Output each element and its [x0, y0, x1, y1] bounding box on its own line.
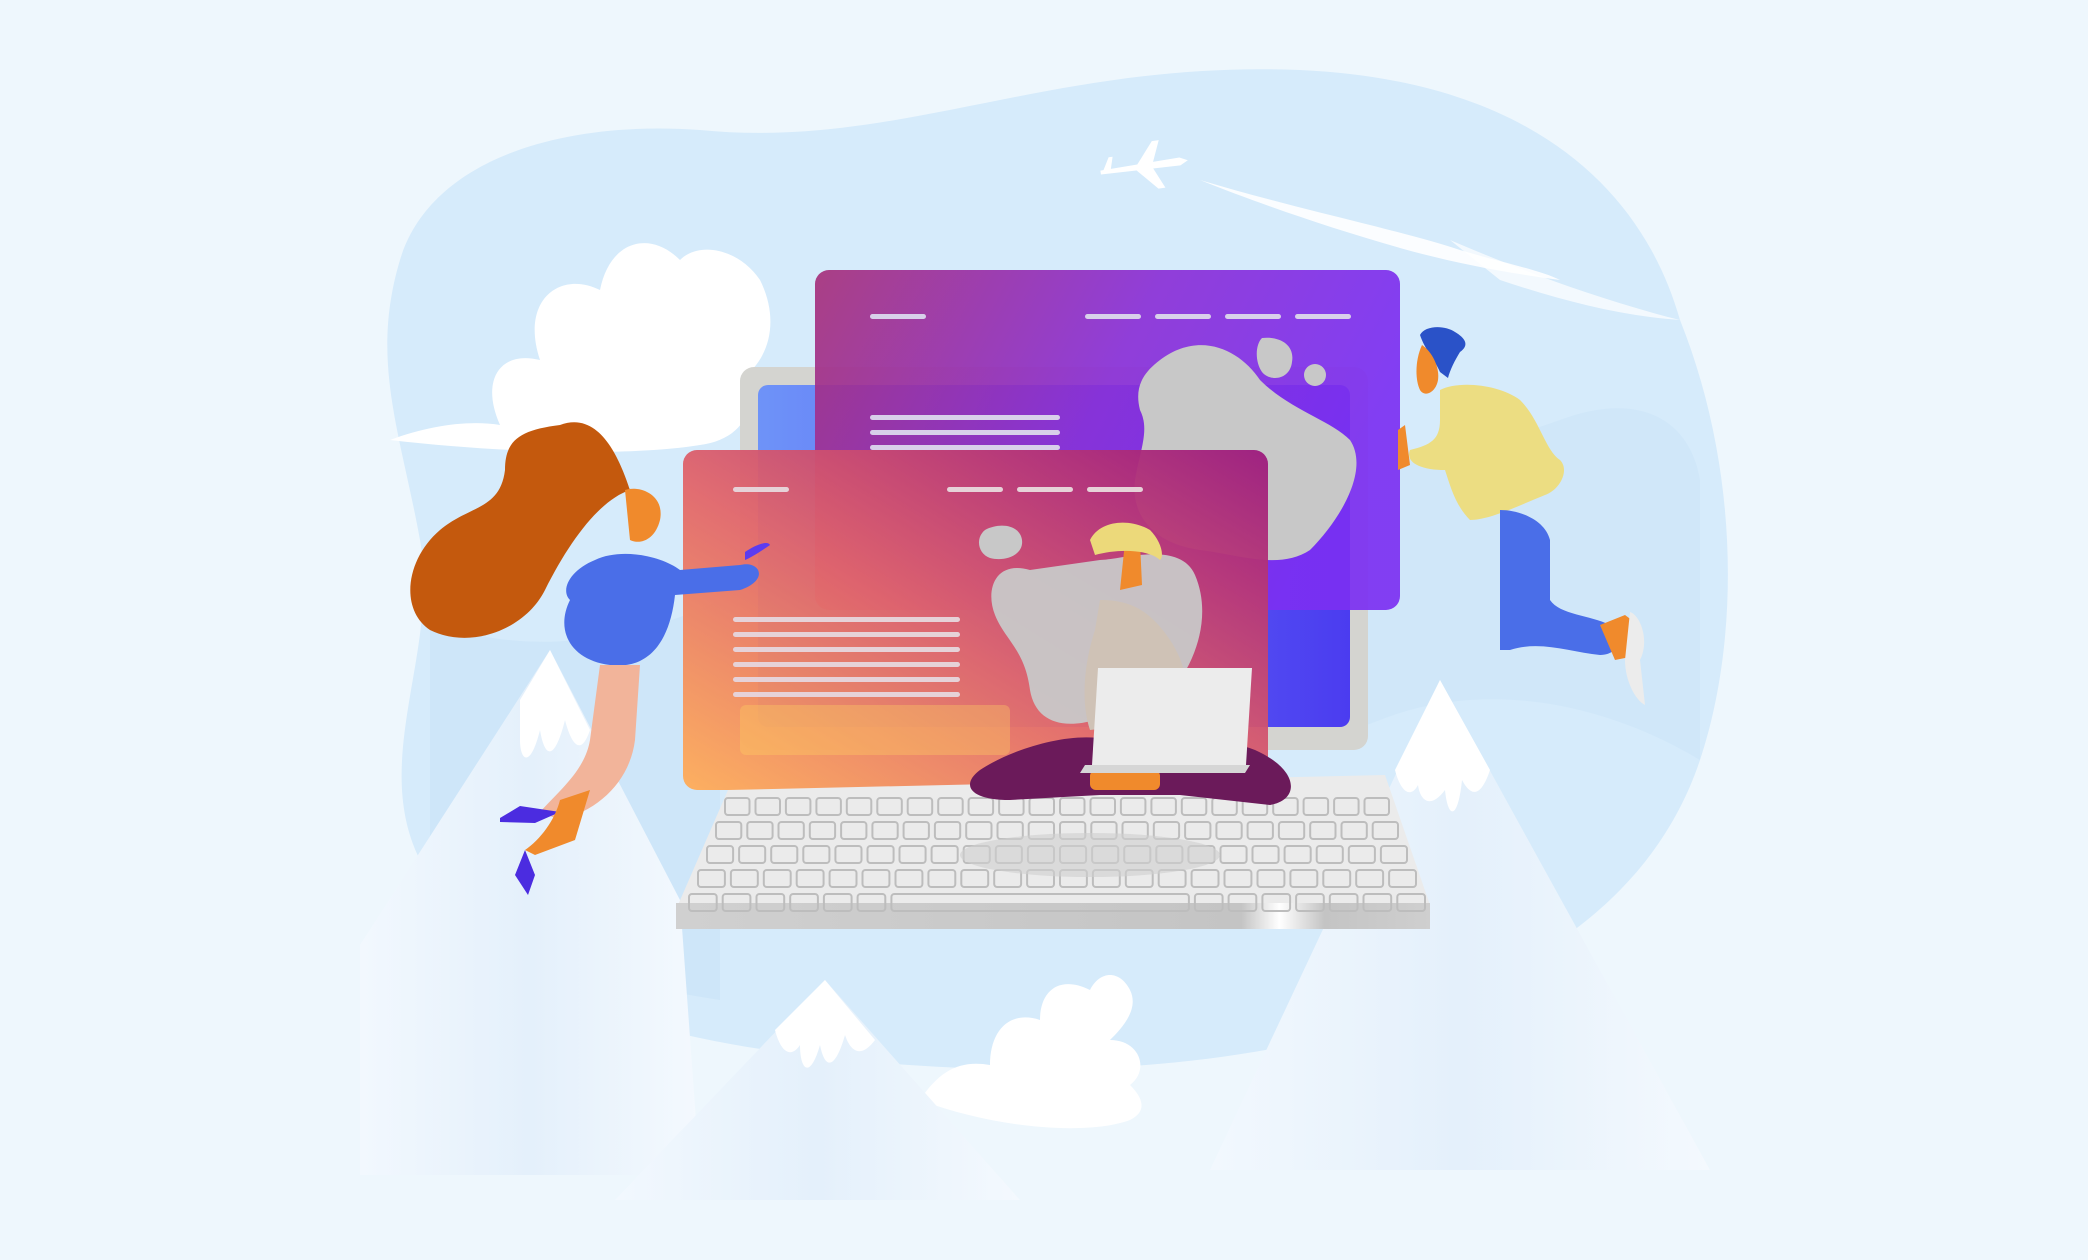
- keyboard-icon: [676, 775, 1430, 929]
- illustration-scene: [360, 69, 1728, 1200]
